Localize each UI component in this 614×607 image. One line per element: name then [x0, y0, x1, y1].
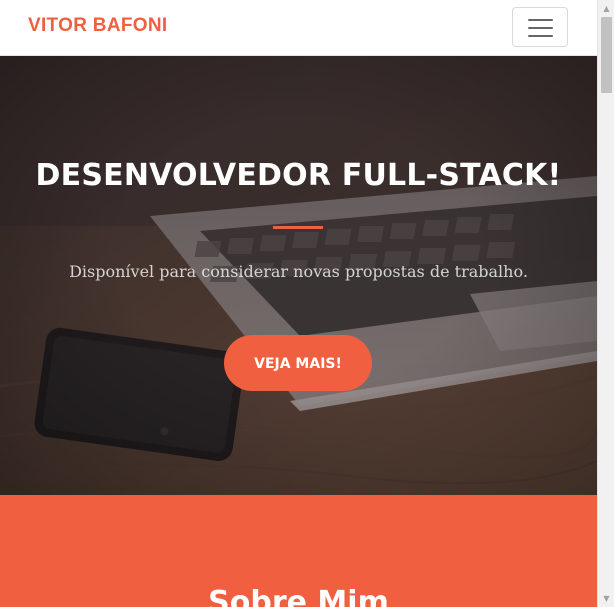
scrollbar-thumb[interactable]	[601, 17, 612, 93]
veja-mais-button[interactable]: VEJA MAIS!	[224, 335, 372, 391]
hero-divider	[273, 226, 323, 229]
page-scrollbar[interactable]: ▲ ▼	[597, 0, 614, 607]
hero-section: DESENVOLVEDOR FULL-STACK! Disponível par…	[0, 56, 597, 495]
navbar-toggle-button[interactable]	[512, 7, 568, 47]
hero-title: DESENVOLVEDOR FULL-STACK!	[35, 158, 562, 193]
about-section: Sobre Mim	[0, 495, 597, 607]
brand-link[interactable]: VITOR BAFONI	[28, 15, 167, 37]
scroll-up-arrow-icon[interactable]: ▲	[598, 0, 614, 17]
hamburger-menu-icon	[528, 35, 553, 37]
hamburger-menu-icon	[528, 19, 553, 21]
scroll-down-arrow-icon[interactable]: ▼	[598, 590, 614, 607]
hamburger-menu-icon	[528, 27, 553, 29]
hero-subtitle: Disponível para considerar novas propost…	[69, 262, 528, 281]
about-title: Sobre Mim	[208, 585, 389, 607]
navbar: VITOR BAFONI	[0, 0, 597, 56]
page-viewport: VITOR BAFONI DESENVOLVEDOR FULL-STACK! D…	[0, 0, 597, 607]
hero-content: DESENVOLVEDOR FULL-STACK! Disponível par…	[0, 56, 597, 495]
